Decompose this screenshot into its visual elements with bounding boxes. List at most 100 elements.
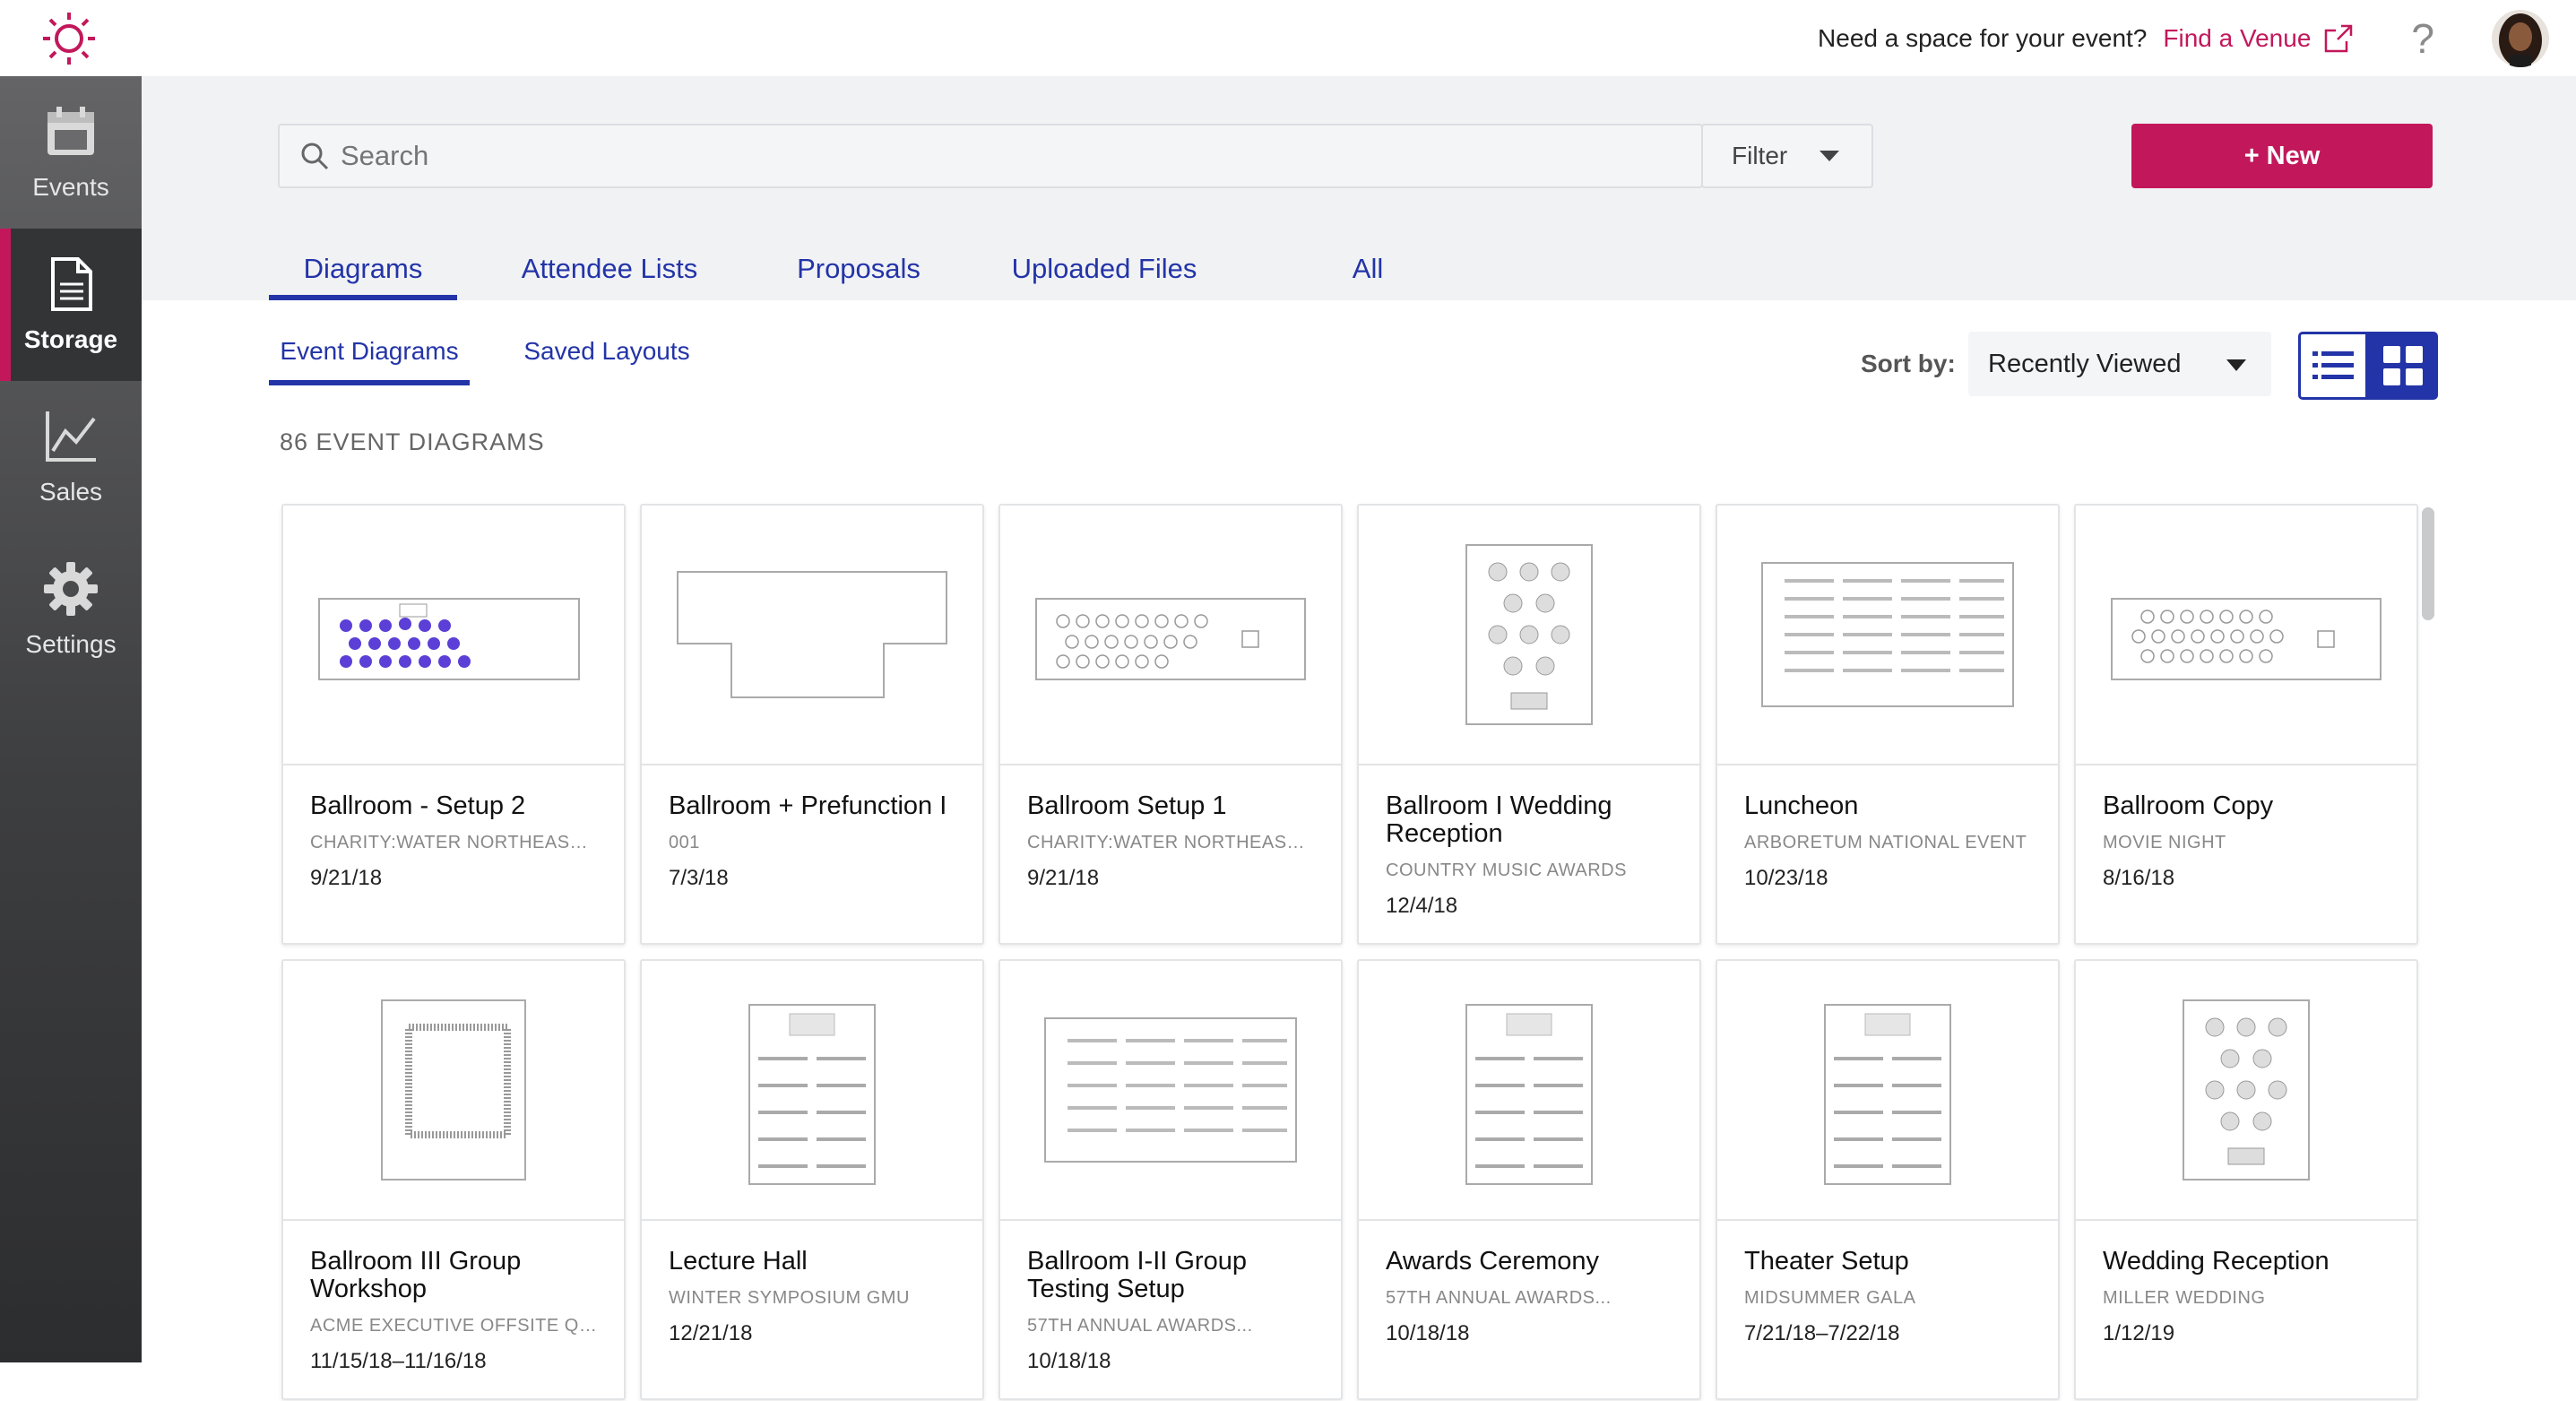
card-date: 12/21/18 <box>669 1321 753 1345</box>
diagram-card[interactable]: Luncheon ARBORETUM NATIONAL EVENT 10/23/… <box>1716 504 2060 945</box>
diagram-thumbnail <box>283 961 624 1221</box>
grid-view-button[interactable] <box>2368 332 2438 400</box>
card-date: 12/4/18 <box>1386 894 1458 918</box>
card-title: Awards Ceremony <box>1386 1247 1600 1276</box>
card-event: 57TH ANNUAL AWARDS... <box>1386 1288 1612 1308</box>
card-date: 10/23/18 <box>1744 866 1828 890</box>
diagram-thumbnail <box>642 961 982 1221</box>
sidebar-item-label: Events <box>32 173 109 201</box>
gear-icon <box>44 562 98 616</box>
card-date: 10/18/18 <box>1386 1321 1470 1345</box>
card-title: Theater Setup <box>1744 1247 1909 1276</box>
card-title: Ballroom Copy <box>2103 791 2274 820</box>
search-box[interactable] <box>278 124 1703 188</box>
sort-dropdown[interactable]: Recently Viewed <box>1968 332 2271 396</box>
card-title: Ballroom - Setup 2 <box>310 791 526 820</box>
sidebar-item-label: Settings <box>25 630 117 658</box>
diagram-card[interactable]: Ballroom Setup 1 CHARITY:WATER NORTHEAST… <box>998 504 1343 945</box>
document-icon <box>51 257 92 311</box>
diagram-card[interactable]: Awards Ceremony 57TH ANNUAL AWARDS... 10… <box>1357 959 1701 1400</box>
card-title: Luncheon <box>1744 791 1859 820</box>
subtab-event-diagrams[interactable]: Event Diagrams <box>269 332 470 385</box>
diagram-card[interactable]: Lecture Hall WINTER SYMPOSIUM GMU 12/21/… <box>640 959 984 1400</box>
list-view-button[interactable] <box>2298 332 2368 400</box>
card-date: 11/15/18–11/16/18 <box>310 1349 487 1373</box>
filter-label: Filter <box>1732 142 1788 169</box>
sidebar-item-events[interactable]: Events <box>0 76 142 229</box>
diagram-thumbnail <box>642 506 982 765</box>
calendar-icon <box>48 107 94 155</box>
sidebar-item-settings[interactable]: Settings <box>0 533 142 686</box>
card-title: Ballroom I Wedding Reception <box>1386 791 1612 848</box>
brand-logo[interactable] <box>39 9 99 68</box>
help-icon[interactable]: ? <box>2411 18 2434 59</box>
sidebar-item-sales[interactable]: Sales <box>0 381 142 533</box>
grid-icon <box>2383 346 2423 385</box>
card-date: 9/21/18 <box>310 866 383 890</box>
card-title: Lecture Hall <box>669 1247 808 1276</box>
subtab-saved-layouts[interactable]: Saved Layouts <box>513 332 701 385</box>
card-event: CHARITY:WATER NORTHEASTER... <box>310 833 597 852</box>
find-venue-link[interactable]: Find a Venue <box>2163 24 2311 53</box>
diagram-thumbnail <box>283 506 624 765</box>
top-bar: Need a space for your event? Find a Venu… <box>0 0 2576 76</box>
card-event: 001 <box>669 833 700 852</box>
diagram-thumbnail <box>1000 961 1341 1221</box>
card-title: Wedding Reception <box>2103 1247 2330 1276</box>
card-event: ARBORETUM NATIONAL EVENT <box>1744 833 2027 852</box>
diagram-card[interactable]: Theater Setup MIDSUMMER GALA 7/21/18–7/2… <box>1716 959 2060 1400</box>
tab-uploaded-files[interactable]: Uploaded Files <box>997 242 1212 300</box>
tab-all[interactable]: All <box>1332 242 1404 300</box>
card-event: COUNTRY MUSIC AWARDS <box>1386 860 1627 880</box>
card-date: 7/21/18–7/22/18 <box>1744 1321 1900 1345</box>
sidebar-item-storage[interactable]: Storage <box>0 229 142 381</box>
card-title: Ballroom Setup 1 <box>1027 791 1227 820</box>
card-event: CHARITY:WATER NORTHEASTER... <box>1027 833 1314 852</box>
diagram-thumbnail <box>1000 506 1341 765</box>
diagram-thumbnail <box>1359 961 1699 1221</box>
search-input[interactable] <box>341 140 1685 172</box>
list-icon <box>2312 351 2354 379</box>
card-event: MILLER WEDDING <box>2103 1288 2266 1308</box>
diagram-thumbnail <box>1359 506 1699 765</box>
diagram-card[interactable]: Ballroom Copy MOVIE NIGHT 8/16/18 <box>2074 504 2418 945</box>
venue-prompt: Need a space for your event? <box>1818 23 2148 52</box>
card-event: 57TH ANNUAL AWARDS... <box>1027 1316 1253 1336</box>
card-date: 7/3/18 <box>669 866 729 890</box>
diagram-count: 86 EVENT DIAGRAMS <box>280 428 545 455</box>
diagram-card[interactable]: Ballroom - Setup 2 CHARITY:WATER NORTHEA… <box>281 504 626 945</box>
card-event: MIDSUMMER GALA <box>1744 1288 1916 1308</box>
search-icon <box>301 143 329 170</box>
card-date: 1/12/19 <box>2103 1321 2175 1345</box>
card-title: Ballroom III Group Workshop <box>310 1247 522 1303</box>
sidebar-item-label: Sales <box>39 478 103 506</box>
chevron-down-icon <box>2226 359 2246 371</box>
card-title: Ballroom I-II Group Testing Setup <box>1027 1247 1247 1303</box>
tab-diagrams[interactable]: Diagrams <box>269 242 457 300</box>
chart-icon <box>46 411 96 462</box>
diagram-thumbnail <box>2076 506 2416 765</box>
tab-attendee-lists[interactable]: Attendee Lists <box>513 242 706 300</box>
new-button[interactable]: + New <box>2131 124 2433 188</box>
sidebar: Events Storage Sales Settings <box>0 76 142 1362</box>
card-event: MOVIE NIGHT <box>2103 833 2226 852</box>
card-date: 8/16/18 <box>2103 866 2175 890</box>
diagram-card[interactable]: Ballroom + Prefunction I 001 7/3/18 <box>640 504 984 945</box>
diagram-card[interactable]: Ballroom I Wedding Reception COUNTRY MUS… <box>1357 504 1701 945</box>
card-title: Ballroom + Prefunction I <box>669 791 947 820</box>
sort-value: Recently Viewed <box>1988 349 2182 378</box>
diagram-card[interactable]: Wedding Reception MILLER WEDDING 1/12/19 <box>2074 959 2418 1400</box>
filter-dropdown[interactable]: Filter <box>1701 124 1873 188</box>
chevron-down-icon <box>1820 151 1840 161</box>
diagram-card[interactable]: Ballroom I-II Group Testing Setup 57TH A… <box>998 959 1343 1400</box>
diagram-card[interactable]: Ballroom III Group Workshop ACME EXECUTI… <box>281 959 626 1400</box>
diagram-thumbnail <box>1717 961 2058 1221</box>
card-event: WINTER SYMPOSIUM GMU <box>669 1288 910 1308</box>
card-date: 9/21/18 <box>1027 866 1100 890</box>
tab-proposals[interactable]: Proposals <box>787 242 930 300</box>
avatar[interactable] <box>2492 9 2549 67</box>
external-link-icon[interactable] <box>2323 23 2354 54</box>
diagram-thumbnail <box>1717 506 2058 765</box>
diagram-thumbnail <box>2076 961 2416 1221</box>
scrollbar-thumb[interactable] <box>2422 507 2434 620</box>
